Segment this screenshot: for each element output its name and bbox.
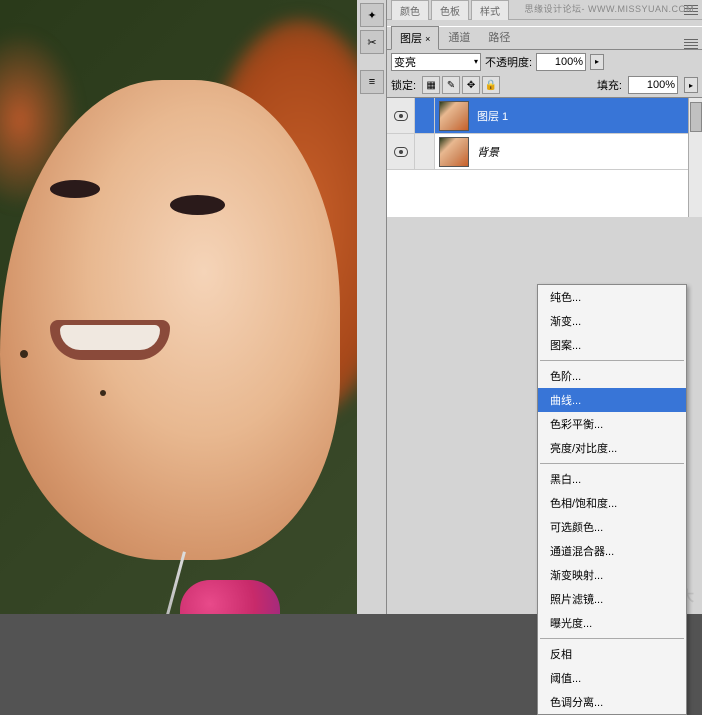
layers-panel: 图层 × 通道 路径 变亮 ▾ 不透明度: 100% ▸ 锁定: ▦ ✎ ✥ 🔒… [387,26,702,217]
visibility-toggle[interactable] [387,98,415,133]
eye-icon [394,147,408,157]
fill-input[interactable]: 100% [628,76,678,94]
menu-color-balance[interactable]: 色彩平衡... [538,412,686,436]
lock-fill-row: 锁定: ▦ ✎ ✥ 🔒 填充: 100% ▸ [387,73,702,97]
lock-pixels-button[interactable]: ✎ [442,76,460,94]
visibility-toggle[interactable] [387,134,415,169]
layers-list: 图层 1 背景 🔒 [387,97,702,217]
menu-curves[interactable]: 曲线... [538,388,686,412]
menu-black-white[interactable]: 黑白... [538,467,686,491]
fill-arrow-icon[interactable]: ▸ [684,77,698,93]
scroll-thumb[interactable] [690,102,702,132]
tab-swatches[interactable]: 色板 [431,0,469,20]
menu-solid-color[interactable]: 纯色... [538,285,686,309]
menu-gradient[interactable]: 渐变... [538,309,686,333]
menu-posterize[interactable]: 色调分离... [538,690,686,714]
tab-layers[interactable]: 图层 × [391,26,439,50]
layers-panel-tabs: 图层 × 通道 路径 [387,27,702,49]
scrollbar[interactable] [688,98,702,217]
menu-exposure[interactable]: 曝光度... [538,611,686,635]
tool-strip: ✦ ✂ ≡ [357,0,387,614]
chevron-down-icon: ▾ [474,57,478,66]
opacity-arrow-icon[interactable]: ▸ [590,54,604,70]
layers-panel-menu-icon[interactable] [684,39,698,49]
lock-label: 锁定: [391,77,416,93]
tool-button-1[interactable]: ✦ [360,3,384,27]
menu-photo-filter[interactable]: 照片滤镜... [538,587,686,611]
adjustment-layer-menu: 纯色... 渐变... 图案... 色阶... 曲线... 色彩平衡... 亮度… [537,284,687,715]
blend-mode-select[interactable]: 变亮 ▾ [391,53,481,71]
layer-row-1[interactable]: 图层 1 [387,98,702,134]
tab-paths[interactable]: 路径 [479,25,519,49]
menu-channel-mixer[interactable]: 通道混合器... [538,539,686,563]
opacity-input[interactable]: 100% [536,53,586,71]
eye-icon [394,111,408,121]
link-col[interactable] [415,134,435,169]
watermark-text: 思缘设计论坛- WWW.MISSYUAN.COM [525,2,695,15]
link-col[interactable] [415,98,435,133]
fill-label: 填充: [597,77,622,93]
lock-transparency-button[interactable]: ▦ [422,76,440,94]
layer-thumbnail[interactable] [439,101,469,131]
tool-button-2[interactable]: ✂ [360,30,384,54]
tool-button-3[interactable]: ≡ [360,70,384,94]
layer-name[interactable]: 背景 [473,144,682,160]
lock-position-button[interactable]: ✥ [462,76,480,94]
layer-thumbnail[interactable] [439,137,469,167]
menu-hue-saturation[interactable]: 色相/饱和度... [538,491,686,515]
menu-pattern[interactable]: 图案... [538,333,686,357]
canvas-area[interactable] [0,0,357,614]
menu-invert[interactable]: 反相 [538,642,686,666]
tab-channels[interactable]: 通道 [439,25,479,49]
layer-row-background[interactable]: 背景 🔒 [387,134,702,170]
menu-brightness-contrast[interactable]: 亮度/对比度... [538,436,686,460]
menu-threshold[interactable]: 阈值... [538,666,686,690]
blend-opacity-row: 变亮 ▾ 不透明度: 100% ▸ [387,49,702,73]
tab-styles[interactable]: 样式 [471,0,509,20]
menu-gradient-map[interactable]: 渐变映射... [538,563,686,587]
tab-color[interactable]: 颜色 [391,0,429,20]
lock-all-button[interactable]: 🔒 [482,76,500,94]
menu-selective-color[interactable]: 可选颜色... [538,515,686,539]
layer-name[interactable]: 图层 1 [473,108,702,124]
menu-levels[interactable]: 色阶... [538,364,686,388]
opacity-label: 不透明度: [485,54,532,70]
